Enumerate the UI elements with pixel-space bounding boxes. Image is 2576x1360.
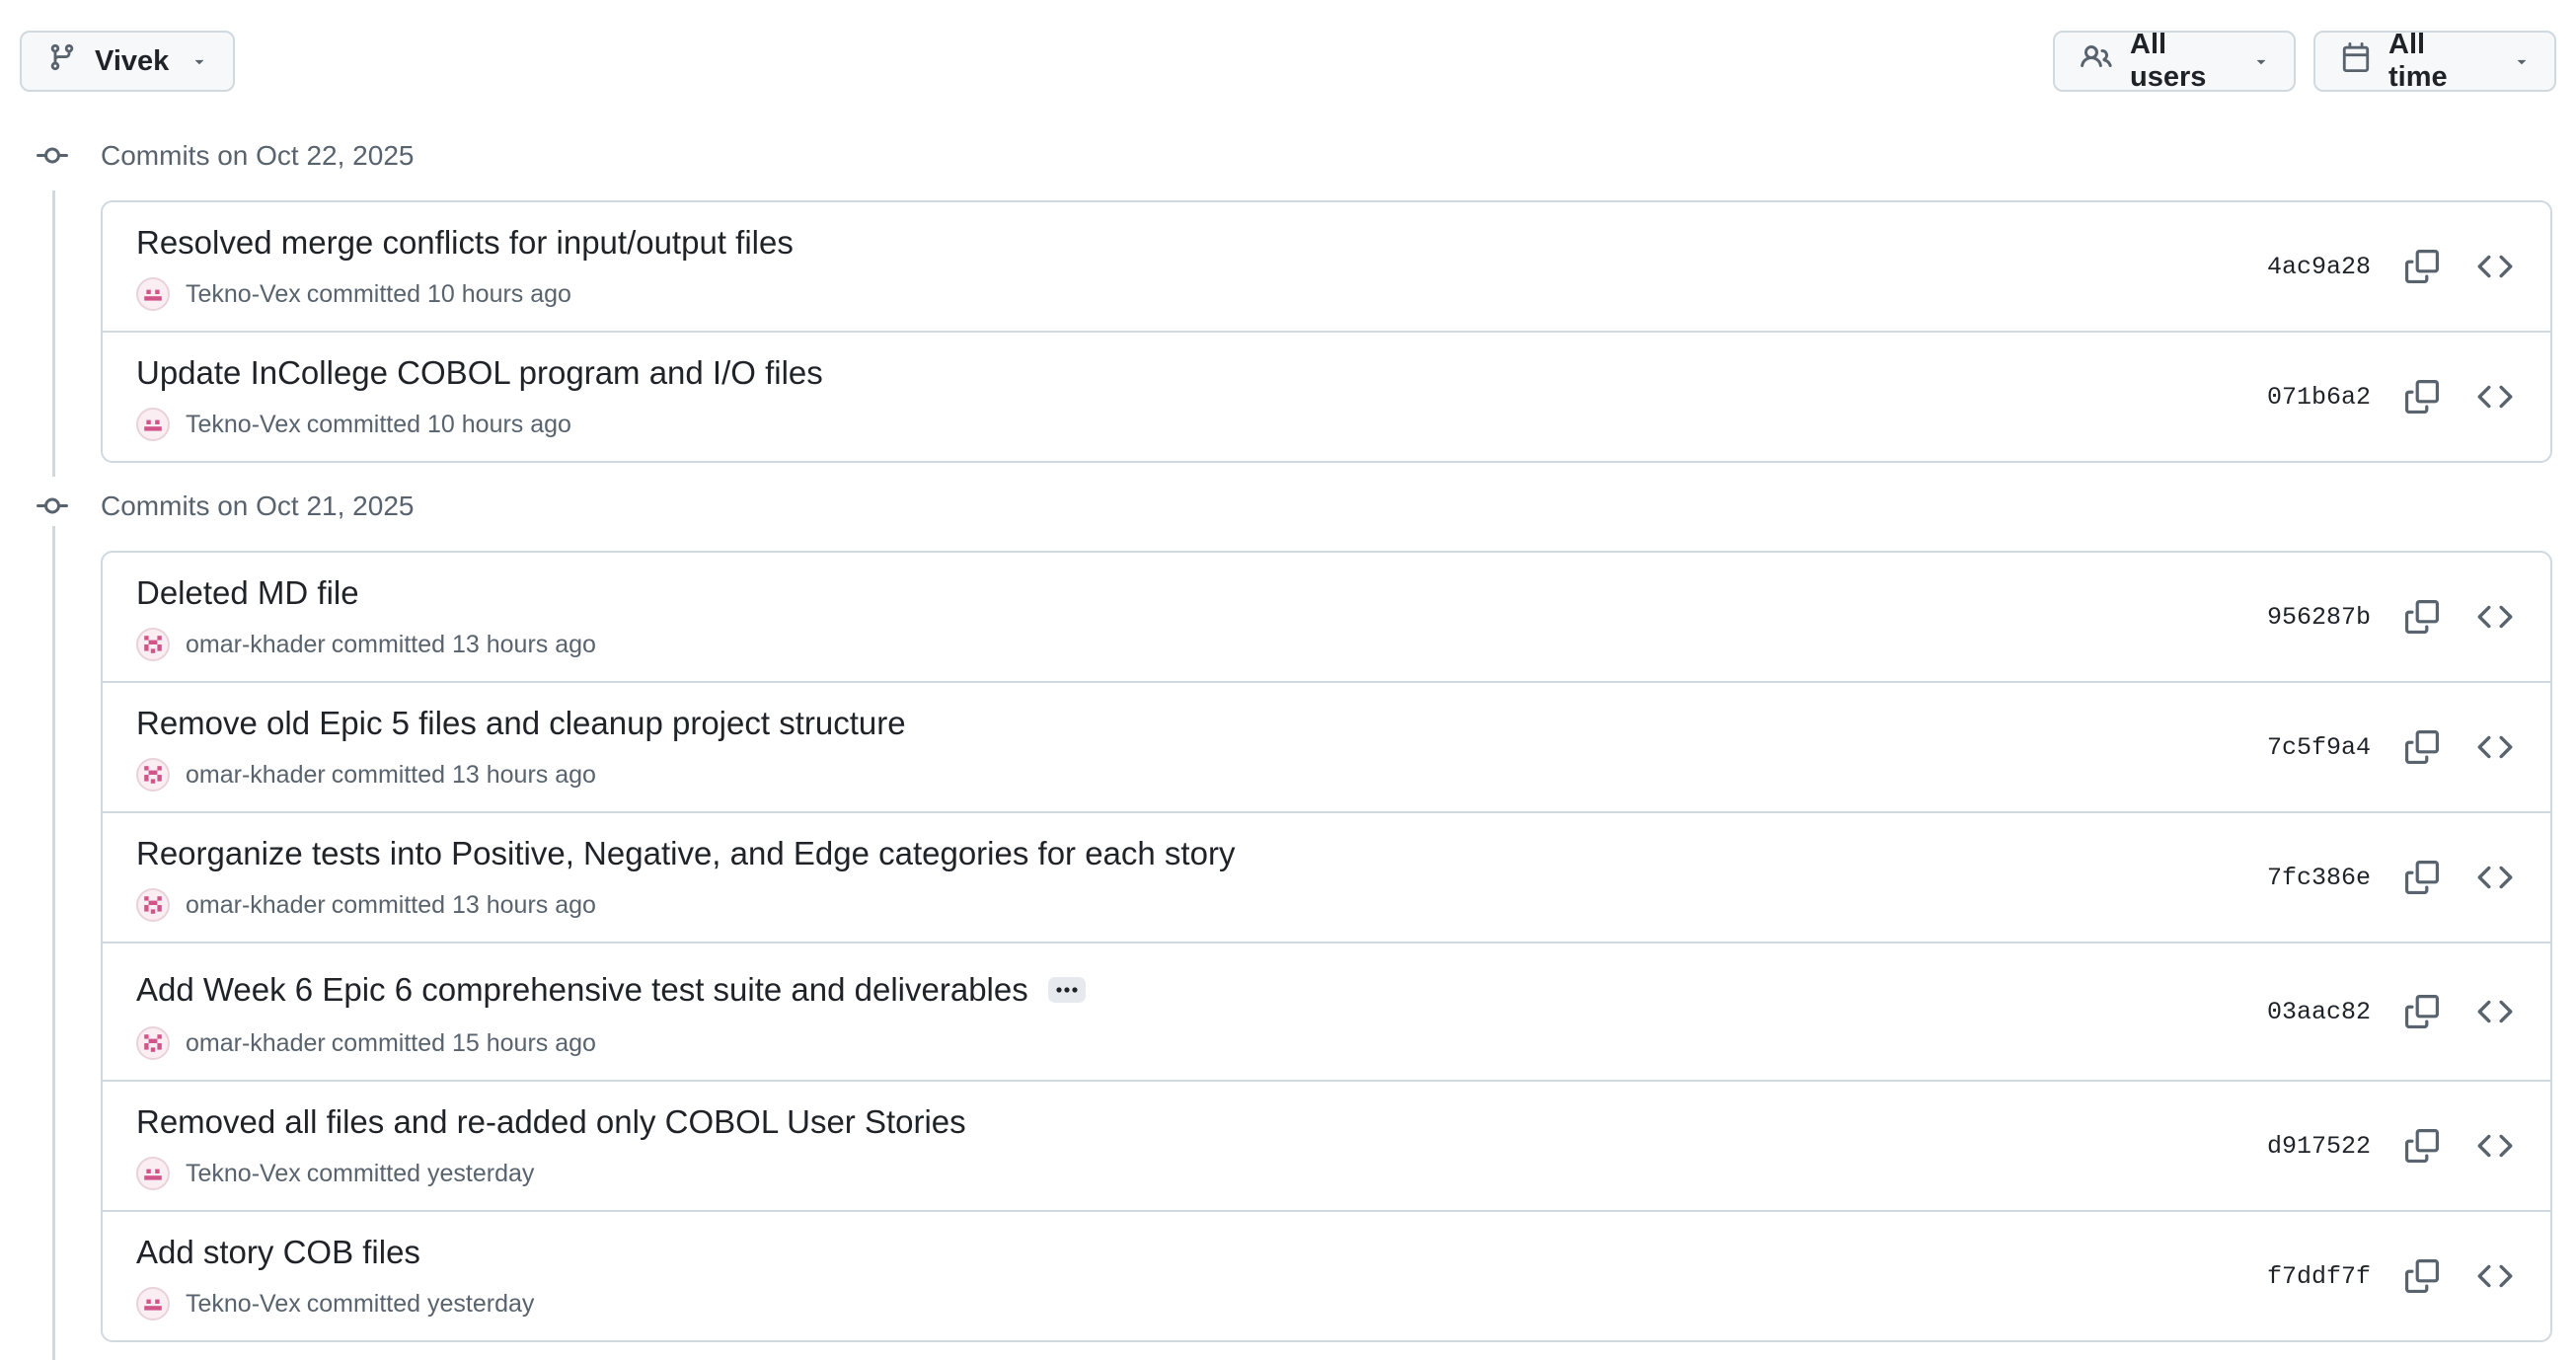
commit-time: committed 13 hours ago <box>331 890 596 919</box>
commit-row: Removed all files and re-added only COBO… <box>103 1080 2550 1210</box>
copy-icon[interactable] <box>2400 990 2444 1033</box>
commit-row: Add Week 6 Epic 6 comprehensive test sui… <box>103 942 2550 1080</box>
timeline-line <box>52 190 55 477</box>
code-icon[interactable] <box>2473 245 2517 288</box>
users-filter-button[interactable]: All users <box>2053 29 2296 93</box>
avatar[interactable] <box>136 758 170 792</box>
timeline-line <box>52 526 55 1360</box>
time-filter-button[interactable]: All time <box>2313 29 2556 93</box>
avatar[interactable] <box>136 888 170 922</box>
copy-icon[interactable] <box>2400 725 2444 769</box>
commit-author-link[interactable]: Tekno-Vex <box>186 1160 301 1188</box>
commit-row: Remove old Epic 5 files and cleanup proj… <box>103 681 2550 811</box>
commit-message-link[interactable]: Add story COB files <box>136 1234 420 1271</box>
commit-message-link[interactable]: Remove old Epic 5 files and cleanup proj… <box>136 705 906 742</box>
git-branch-icon <box>47 42 77 80</box>
commit-group-header: Commits on Oct 21, 2025 <box>36 487 414 526</box>
code-icon[interactable] <box>2473 725 2517 769</box>
branch-selector-label: Vivek <box>95 44 170 77</box>
calendar-icon <box>2341 42 2371 80</box>
copy-icon[interactable] <box>2400 375 2444 418</box>
avatar[interactable] <box>136 277 170 311</box>
commit-message-link[interactable]: Resolved merge conflicts for input/outpu… <box>136 224 794 262</box>
commits-page: Vivek All users All time Commits on Oct … <box>0 0 2576 1360</box>
commit-time: committed 13 hours ago <box>331 760 596 789</box>
commit-sha-link[interactable]: 071b6a2 <box>2252 383 2371 412</box>
commit-row: Resolved merge conflicts for input/outpu… <box>103 202 2550 331</box>
code-icon[interactable] <box>2473 990 2517 1033</box>
code-icon[interactable] <box>2473 856 2517 899</box>
commit-author-link[interactable]: Tekno-Vex <box>186 1290 301 1319</box>
git-commit-icon <box>36 140 69 172</box>
caret-down-icon <box>2513 45 2531 78</box>
commit-row: Deleted MD file omar-khader committed 13… <box>103 553 2550 681</box>
commits-toolbar: Vivek All users All time <box>20 29 2556 94</box>
commit-time: committed yesterday <box>306 1159 535 1187</box>
commit-author-link[interactable]: omar-khader <box>186 631 326 659</box>
commit-sha-link[interactable]: f7ddf7f <box>2252 1262 2371 1291</box>
commit-sha-link[interactable]: 7c5f9a4 <box>2252 733 2371 762</box>
commit-author-link[interactable]: omar-khader <box>186 891 326 920</box>
commit-group-date: Commits on Oct 22, 2025 <box>101 140 415 171</box>
code-icon[interactable] <box>2473 375 2517 418</box>
ellipsis-icon[interactable] <box>1047 977 1086 1003</box>
copy-icon[interactable] <box>2400 856 2444 899</box>
commit-message-link[interactable]: Reorganize tests into Positive, Negative… <box>136 835 1235 872</box>
copy-icon[interactable] <box>2400 245 2444 288</box>
avatar[interactable] <box>136 628 170 661</box>
commit-time: committed 15 hours ago <box>331 1028 596 1057</box>
commit-time: committed 13 hours ago <box>331 630 596 658</box>
commit-time: committed yesterday <box>306 1289 535 1318</box>
commit-message-link[interactable]: Update InCollege COBOL program and I/O f… <box>136 354 823 392</box>
commit-sha-link[interactable]: 956287b <box>2252 603 2371 632</box>
commit-message-link[interactable]: Removed all files and re-added only COBO… <box>136 1103 966 1141</box>
code-icon[interactable] <box>2473 595 2517 639</box>
copy-icon[interactable] <box>2400 1124 2444 1168</box>
commit-group-date: Commits on Oct 21, 2025 <box>101 491 415 521</box>
avatar[interactable] <box>136 408 170 441</box>
commit-author-link[interactable]: omar-khader <box>186 761 326 790</box>
copy-icon[interactable] <box>2400 1254 2444 1298</box>
commit-sha-link[interactable]: d917522 <box>2252 1132 2371 1161</box>
commit-row: Reorganize tests into Positive, Negative… <box>103 811 2550 942</box>
time-filter-label: All time <box>2388 29 2448 93</box>
commit-sha-link[interactable]: 03aac82 <box>2252 998 2371 1026</box>
avatar[interactable] <box>136 1157 170 1190</box>
commit-sha-link[interactable]: 4ac9a28 <box>2252 253 2371 281</box>
commit-row: Update InCollege COBOL program and I/O f… <box>103 331 2550 461</box>
commit-author-link[interactable]: omar-khader <box>186 1029 326 1058</box>
commit-group-header: Commits on Oct 22, 2025 <box>36 136 414 176</box>
commit-author-link[interactable]: Tekno-Vex <box>186 411 301 439</box>
copy-icon[interactable] <box>2400 595 2444 639</box>
avatar[interactable] <box>136 1287 170 1321</box>
code-icon[interactable] <box>2473 1254 2517 1298</box>
commit-author-link[interactable]: Tekno-Vex <box>186 280 301 309</box>
commit-list: Deleted MD file omar-khader committed 13… <box>101 551 2552 1342</box>
caret-down-icon <box>2252 45 2270 78</box>
commit-time: committed 10 hours ago <box>306 279 571 308</box>
commit-sha-link[interactable]: 7fc386e <box>2252 864 2371 892</box>
caret-down-icon <box>190 45 208 78</box>
code-icon[interactable] <box>2473 1124 2517 1168</box>
branch-selector-button[interactable]: Vivek <box>20 31 235 92</box>
commit-list: Resolved merge conflicts for input/outpu… <box>101 200 2552 463</box>
commit-time: committed 10 hours ago <box>306 410 571 438</box>
commit-message-link[interactable]: Deleted MD file <box>136 574 359 612</box>
avatar[interactable] <box>136 1026 170 1060</box>
people-icon <box>2081 41 2112 81</box>
git-commit-icon <box>36 491 69 522</box>
users-filter-label: All users <box>2130 29 2207 93</box>
commit-message-link[interactable]: Add Week 6 Epic 6 comprehensive test sui… <box>136 971 1028 1009</box>
commit-row: Add story COB files Tekno-Vex committed … <box>103 1210 2550 1340</box>
